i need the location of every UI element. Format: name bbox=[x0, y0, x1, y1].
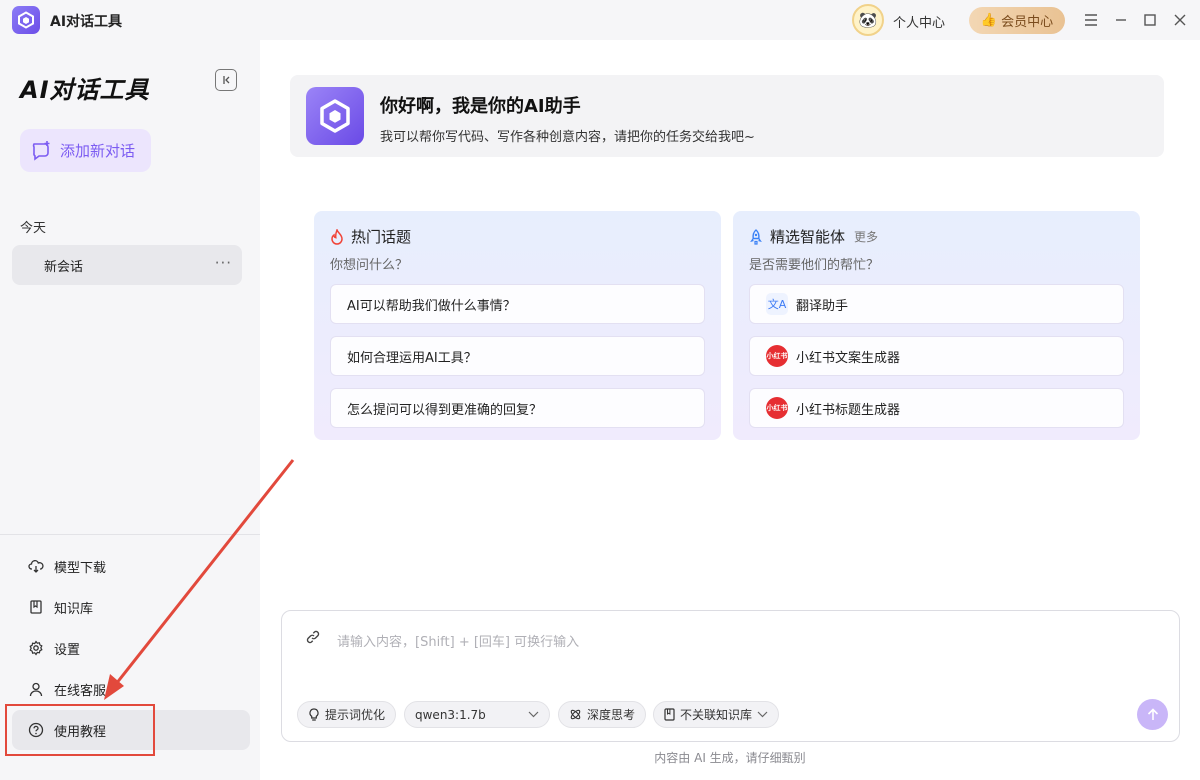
chat-input-placeholder[interactable]: 请输入内容，[Shift] + [回车] 可换行输入 bbox=[337, 631, 579, 650]
knowledge-select[interactable]: 不关联知识库 bbox=[653, 701, 780, 728]
model-select[interactable]: qwen3:1.7b bbox=[404, 701, 550, 728]
send-button[interactable] bbox=[1137, 699, 1168, 730]
atom-icon bbox=[570, 709, 581, 720]
hot-topics-subtitle: 你想问什么？ bbox=[330, 258, 409, 273]
greeting-subtitle: 我可以帮你写代码、写作各种创意内容，请把你的任务交给我吧~ bbox=[380, 130, 755, 145]
model-select-value: qwen3:1.7b bbox=[415, 707, 486, 722]
agent-label: 翻译助手 bbox=[796, 298, 849, 314]
chevron-down-icon bbox=[757, 711, 768, 718]
hot-topics-title: 热门话题 bbox=[351, 228, 412, 246]
rocket-icon bbox=[750, 228, 762, 245]
knowledge-select-value: 不关联知识库 bbox=[680, 708, 753, 722]
greeting-title: 你好啊，我是你的AI助手 bbox=[380, 96, 581, 117]
xiaohongshu-icon: 小红书 bbox=[766, 397, 788, 419]
topic-item[interactable]: 如何合理运用AI工具？ bbox=[330, 336, 705, 376]
agents-title: 精选智能体 bbox=[770, 228, 846, 246]
agent-item-xhs-title[interactable]: 小红书 小红书标题生成器 bbox=[749, 388, 1124, 428]
arrow-up-icon bbox=[1147, 708, 1158, 720]
agent-label: 小红书标题生成器 bbox=[796, 402, 901, 418]
assistant-logo-icon bbox=[306, 87, 364, 145]
attach-link-icon[interactable] bbox=[306, 630, 320, 648]
book-icon bbox=[664, 708, 675, 721]
agent-label: 小红书文案生成器 bbox=[796, 350, 901, 366]
xiaohongshu-icon: 小红书 bbox=[766, 345, 788, 367]
agent-item-translate[interactable]: 文A 翻译助手 bbox=[749, 284, 1124, 324]
hot-topics-header: 热门话题 bbox=[330, 226, 411, 247]
chat-input-box[interactable]: 请输入内容，[Shift] + [回车] 可换行输入 提示词优化 qwen3:1… bbox=[281, 610, 1180, 742]
fire-icon bbox=[331, 228, 343, 245]
topic-item[interactable]: 怎么提问可以得到更准确的回复？ bbox=[330, 388, 705, 428]
chevron-down-icon bbox=[528, 711, 539, 718]
bulb-icon bbox=[309, 708, 319, 721]
prompt-optimize-label: 提示词优化 bbox=[325, 708, 386, 722]
deep-think-toggle[interactable]: 深度思考 bbox=[558, 701, 647, 728]
deep-think-label: 深度思考 bbox=[587, 708, 636, 722]
agents-header: 精选智能体 更多 bbox=[749, 226, 878, 247]
topic-item[interactable]: AI可以帮助我们做什么事情？ bbox=[330, 284, 705, 324]
ai-disclaimer: 内容由 AI 生成，请仔细甄别 bbox=[654, 751, 806, 765]
agent-item-xhs-copy[interactable]: 小红书 小红书文案生成器 bbox=[749, 336, 1124, 376]
agents-subtitle: 是否需要他们的帮忙？ bbox=[749, 258, 880, 273]
translate-icon: 文A bbox=[766, 293, 788, 315]
agents-more-link[interactable]: 更多 bbox=[854, 228, 878, 245]
hot-topics-card: 热门话题 你想问什么？ AI可以帮助我们做什么事情？ 如何合理运用AI工具？ 怎… bbox=[314, 211, 721, 440]
agents-card: 精选智能体 更多 是否需要他们的帮忙？ 文A 翻译助手 小红书 小红书文案生成器… bbox=[733, 211, 1140, 440]
greeting-banner: 你好啊，我是你的AI助手 我可以帮你写代码、写作各种创意内容，请把你的任务交给我… bbox=[290, 75, 1164, 157]
prompt-optimize-button[interactable]: 提示词优化 bbox=[297, 701, 397, 728]
